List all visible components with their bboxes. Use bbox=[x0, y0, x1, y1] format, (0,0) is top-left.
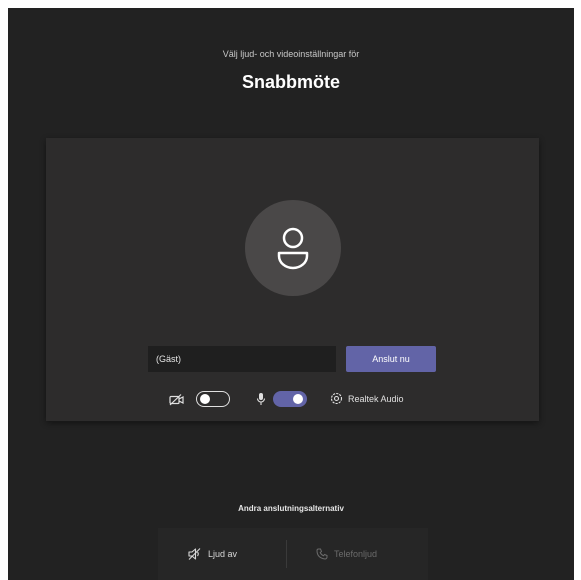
video-preview: Anslut nu bbox=[46, 138, 539, 421]
device-controls: Realtek Audio bbox=[46, 389, 539, 409]
phone-audio-option[interactable]: Telefonljud bbox=[316, 546, 377, 562]
avatar bbox=[245, 200, 341, 296]
name-input[interactable] bbox=[148, 346, 336, 372]
audio-device-label[interactable]: Realtek Audio bbox=[348, 394, 404, 404]
microphone-toggle-knob bbox=[293, 394, 303, 404]
join-now-button[interactable]: Anslut nu bbox=[346, 346, 436, 372]
person-icon bbox=[277, 227, 309, 270]
speaker-off-icon bbox=[188, 548, 201, 560]
camera-off-icon[interactable] bbox=[169, 393, 185, 411]
microphone-toggle[interactable] bbox=[273, 391, 307, 407]
app-window: Välj ljud- och videoinställningar för Sn… bbox=[8, 8, 574, 580]
audio-off-label: Ljud av bbox=[208, 549, 238, 559]
gear-icon[interactable] bbox=[330, 392, 343, 410]
alternative-options-bar: Ljud av Telefonljud bbox=[158, 528, 428, 580]
page-subtitle: Välj ljud- och videoinställningar för bbox=[222, 49, 360, 59]
page-title: Snabbmöte bbox=[241, 72, 340, 92]
phone-audio-label: Telefonljud bbox=[334, 549, 378, 559]
microphone-icon[interactable] bbox=[256, 392, 266, 411]
camera-toggle[interactable] bbox=[196, 391, 230, 407]
options-divider bbox=[286, 540, 287, 568]
camera-toggle-knob bbox=[200, 393, 210, 404]
audio-off-option[interactable]: Ljud av bbox=[188, 546, 237, 562]
other-options-title: Andra anslutningsalternativ bbox=[238, 504, 344, 513]
phone-icon bbox=[316, 548, 328, 560]
